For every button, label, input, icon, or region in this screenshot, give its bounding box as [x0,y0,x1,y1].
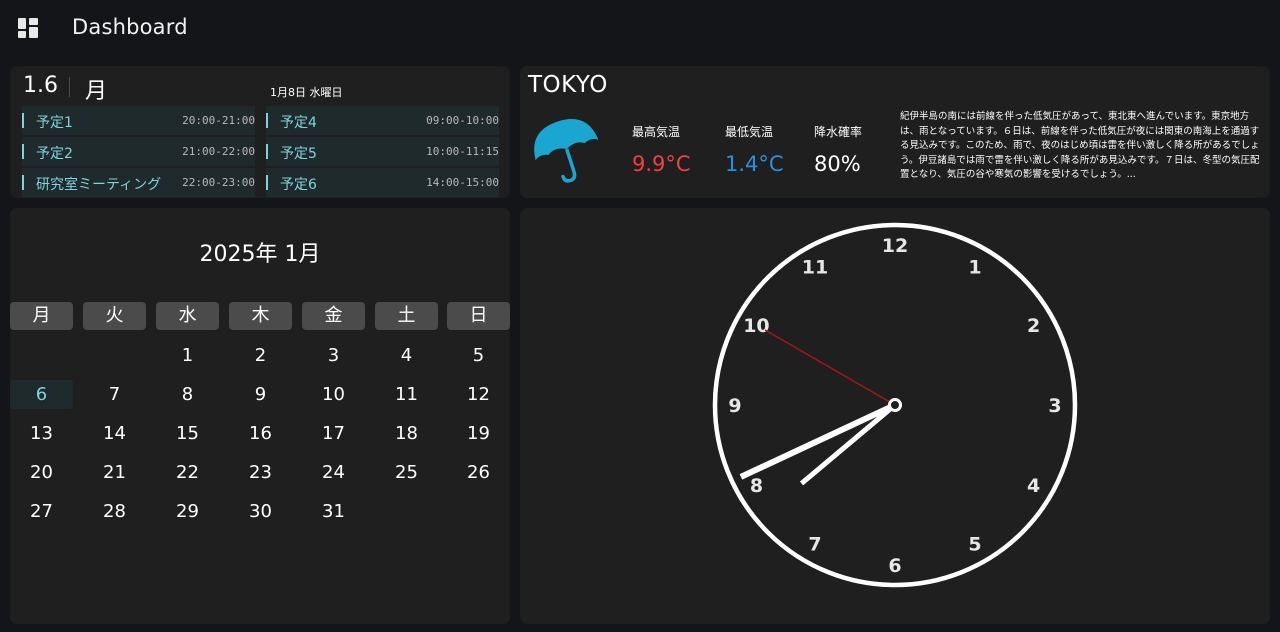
calendar-day[interactable]: 31 [302,497,365,526]
calendar-day[interactable]: 26 [447,458,510,487]
clock-number: 5 [968,534,981,556]
event-item[interactable]: 研究室ミーティング 22:00-23:00 [22,168,255,197]
event-time: 22:00-23:00 [182,176,255,189]
calendar-day[interactable]: 22 [156,458,219,487]
calendar-day[interactable]: 25 [375,458,438,487]
calendar-day[interactable]: 8 [156,380,219,409]
schedule-weekday: 月 [85,79,108,104]
calendar-day[interactable]: 30 [229,497,292,526]
clock-number: 10 [743,315,769,337]
event-time: 20:00-21:00 [182,114,255,127]
clock-number: 1 [968,256,981,278]
app-header: Dashboard [0,0,1280,56]
weekday-header: 木 [229,302,292,330]
schedule-next-date: 1月8日 水曜日 [270,86,343,99]
clock-panel: 12 1 2 3 4 5 6 7 8 9 10 11 [520,208,1270,624]
clock-number: 9 [728,395,741,417]
event-time: 10:00-11:15 [426,145,499,158]
event-item[interactable]: 予定6 14:00-15:00 [266,168,499,197]
calendar-panel: 2025年 1月 月火水木金土日 1 2 3 4 5 6 7 8 9 10 11 12 13 14 15 16 1… [10,208,510,624]
calendar-day[interactable]: 15 [156,419,219,448]
rain-chance-value: 80% [814,152,861,176]
schedule-list-next: 予定4 09:00-10:00 予定5 10:00-11:15 予定6 14:0… [266,106,499,198]
calendar-day[interactable]: 20 [10,458,73,487]
weather-panel: TOKYO 最高気温 9.9°C 最低気温 1.4°C 降水確率 80% 紀伊半… [520,66,1270,198]
calendar-day[interactable]: 9 [229,380,292,409]
calendar-day[interactable]: 21 [83,458,146,487]
calendar-day[interactable]: 29 [156,497,219,526]
schedule-divider [69,77,70,97]
calendar-day[interactable]: 13 [10,419,73,448]
clock-number: 12 [882,235,908,257]
schedule-date: 1.6 [23,73,58,98]
calendar-day[interactable]: 4 [375,341,438,370]
event-title: 予定6 [280,177,317,193]
event-title: 予定1 [36,115,73,131]
rain-chance-label: 降水確率 [814,125,863,139]
high-temp-value: 9.9°C [632,152,691,176]
grid-layout-icon[interactable] [18,18,38,38]
event-title: 研究室ミーティング [36,177,162,193]
clock-number: 6 [888,555,901,577]
event-item[interactable]: 予定5 10:00-11:15 [266,137,499,166]
clock-number: 3 [1048,395,1061,417]
clock-number: 8 [750,475,763,497]
weekday-header: 月 [10,302,73,330]
clock-center-pin [888,398,902,412]
high-temp-label: 最高気温 [632,125,681,139]
weekday-header: 火 [83,302,146,330]
calendar-day[interactable]: 12 [447,380,510,409]
calendar-day[interactable]: 3 [302,341,365,370]
event-item[interactable]: 予定4 09:00-10:00 [266,106,499,135]
weather-forecast-text: 紀伊半島の南には前線を伴った低気圧があって、東北東へ進んでいます。東京地方は、雨… [900,111,1260,180]
page-title: Dashboard [72,15,188,39]
event-title: 予定2 [36,146,73,162]
calendar-day[interactable]: 27 [10,497,73,526]
calendar-day[interactable]: 7 [83,380,146,409]
clock-number: 2 [1027,315,1040,337]
weekday-header: 金 [302,302,365,330]
low-temp-value: 1.4°C [725,152,784,176]
calendar-day[interactable]: 2 [229,341,292,370]
calendar-day[interactable]: 28 [83,497,146,526]
calendar-month-title: 2025年 1月 [199,242,321,267]
weekday-header: 土 [375,302,438,330]
analog-clock: 121234567891011 [712,222,1078,588]
calendar-day[interactable]: 24 [302,458,365,487]
low-temp-label: 最低気温 [725,125,774,139]
dashboard-app: Dashboard 1.6 月 1月8日 水曜日 予定1 20:00-21:00… [0,0,1280,632]
event-time: 14:00-15:00 [426,176,499,189]
weekday-header: 水 [156,302,219,330]
schedule-panel: 1.6 月 1月8日 水曜日 予定1 20:00-21:00 予定2 21:00… [10,66,510,198]
clock-number: 7 [808,534,821,556]
clock-number: 11 [802,256,828,278]
calendar-day[interactable]: 5 [447,341,510,370]
event-time: 09:00-10:00 [426,114,499,127]
weather-city: TOKYO [528,72,608,98]
event-time: 21:00-22:00 [182,145,255,158]
calendar-day[interactable]: 23 [229,458,292,487]
minute-hand [739,402,897,480]
umbrella-icon [534,119,599,183]
event-title: 予定5 [280,146,317,162]
weekday-header: 日 [447,302,510,330]
calendar-day[interactable]: 11 [375,380,438,409]
calendar-day[interactable]: 10 [302,380,365,409]
calendar-day[interactable]: 17 [302,419,365,448]
calendar-day[interactable]: 16 [229,419,292,448]
calendar-day[interactable]: 14 [83,419,146,448]
event-item[interactable]: 予定2 21:00-22:00 [22,137,255,166]
calendar-day[interactable]: 18 [375,419,438,448]
event-title: 予定4 [280,115,317,131]
second-hand [764,329,896,406]
calendar-day[interactable]: 19 [447,419,510,448]
event-item[interactable]: 予定1 20:00-21:00 [22,106,255,135]
calendar-day[interactable]: 1 [156,341,219,370]
calendar-day-today[interactable]: 6 [10,380,73,409]
schedule-list-today: 予定1 20:00-21:00 予定2 21:00-22:00 研究室ミーティン… [22,106,255,198]
clock-number: 4 [1027,475,1040,497]
